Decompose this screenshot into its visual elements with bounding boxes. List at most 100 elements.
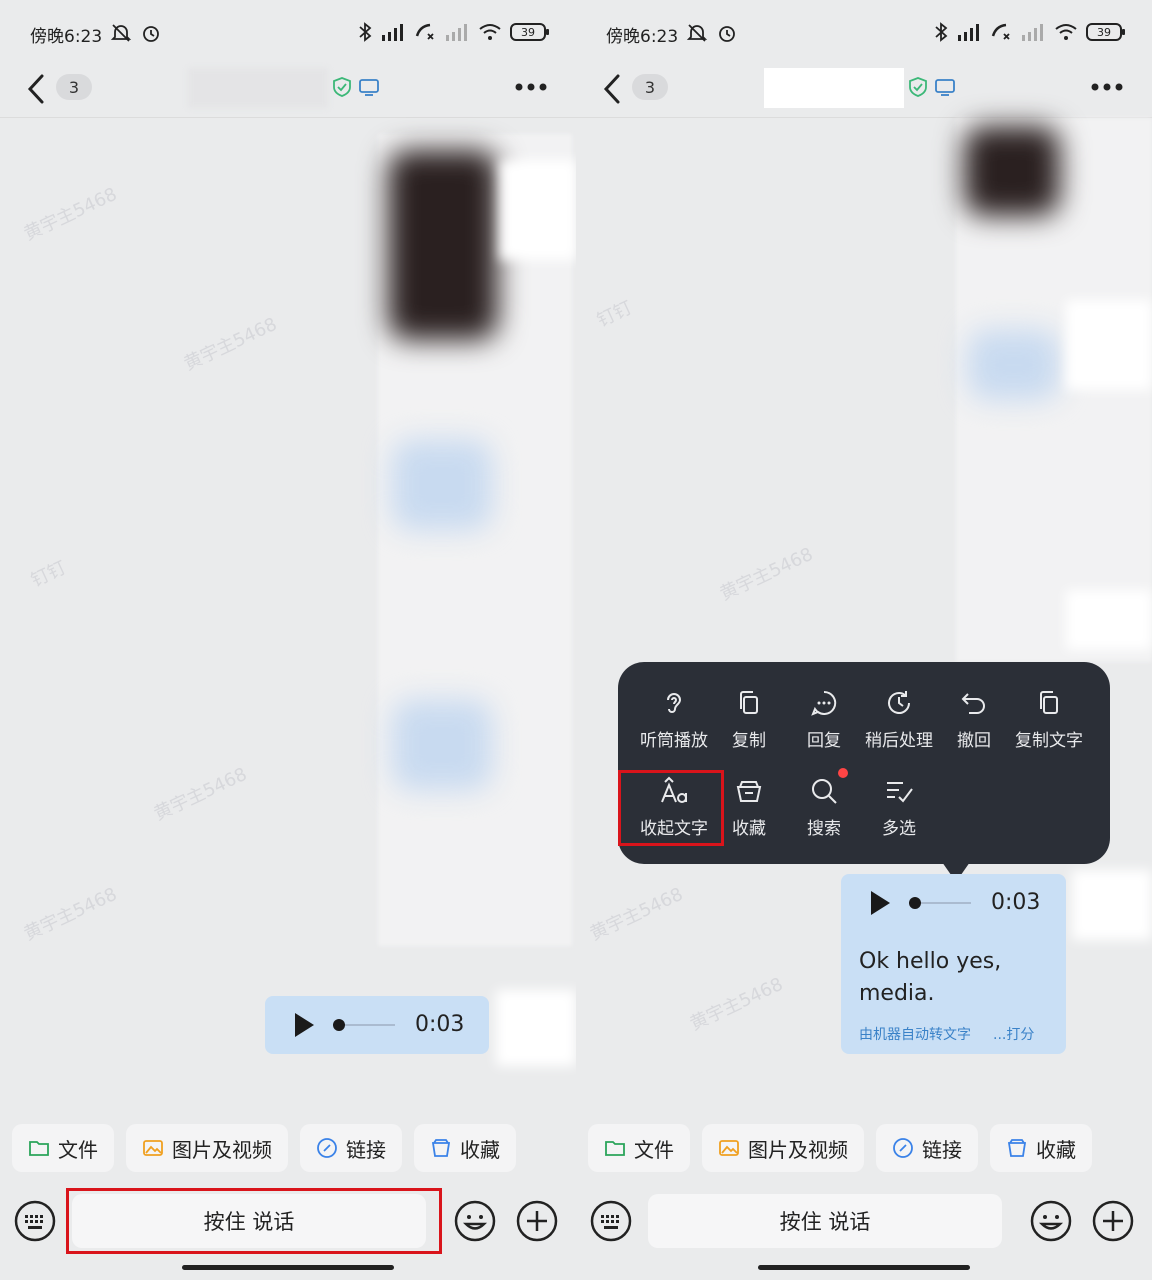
shortcut-label: 文件: [634, 1137, 674, 1162]
bluetooth-icon: [359, 22, 372, 42]
shortcut-file[interactable]: 文件: [12, 1124, 114, 1172]
transcript-line: media.: [859, 981, 935, 1006]
shortcut-images-videos[interactable]: 图片及视频: [702, 1124, 864, 1172]
monitor-icon: [359, 79, 379, 96]
voice-message-bubble-transcribed[interactable]: 0:03 Ok hello yes, media. 由机器自动转文字 ...打分: [841, 874, 1066, 1054]
highlight-box-hold-to-talk: [66, 1188, 442, 1254]
image-icon: [719, 1140, 739, 1156]
menu-item-reply[interactable]: 回复: [784, 688, 864, 751]
menu-item-multi-select[interactable]: 多选: [859, 776, 939, 839]
menu-item-earpiece-play[interactable]: 听筒播放: [634, 688, 714, 751]
menu-item-search[interactable]: 搜索: [784, 776, 864, 839]
shortcut-file[interactable]: 文件: [588, 1124, 690, 1172]
input-bar: 按住 说话: [576, 1190, 1152, 1252]
voice-duration: 0:03: [991, 890, 1041, 915]
menu-item-later[interactable]: 稍后处理: [859, 688, 939, 751]
favorite-box-icon: [736, 781, 762, 802]
watermark-brand: 钉钉: [593, 297, 636, 332]
menu-item-label: 搜索: [807, 819, 841, 839]
status-time: 傍晚6:23: [606, 27, 679, 47]
menu-item-label: 收藏: [732, 819, 766, 839]
menu-item-copy[interactable]: 复制: [709, 688, 789, 751]
shortcut-label: 图片及视频: [748, 1137, 848, 1162]
shortcut-label: 图片及视频: [172, 1137, 272, 1162]
shortcut-link[interactable]: 链接: [300, 1124, 402, 1172]
favorites-icon: [1007, 1139, 1027, 1157]
shortcut-label: 链接: [922, 1137, 962, 1162]
home-indicator: [758, 1265, 970, 1270]
keyboard-icon[interactable]: [14, 1200, 56, 1242]
unread-count-badge[interactable]: 3: [56, 74, 92, 100]
watermark-brand: 钉钉: [27, 557, 70, 592]
chat-header: 3: [0, 62, 576, 118]
chat-title-redacted: [188, 68, 328, 108]
bluetooth-icon: [935, 22, 948, 42]
shortcut-label: 收藏: [1036, 1137, 1076, 1162]
progress-track: [345, 1024, 395, 1026]
voice-duration: 0:03: [415, 1012, 465, 1037]
shield-check-icon: [333, 77, 351, 97]
watermark-text: 黄宇主5468: [716, 543, 817, 605]
menu-item-recall[interactable]: 撤回: [934, 688, 1014, 751]
plus-icon[interactable]: [1092, 1200, 1134, 1242]
link-icon: [317, 1138, 337, 1158]
blurred-content: [968, 330, 1060, 400]
watermark-text: 黄宇主5468: [150, 763, 251, 825]
play-icon[interactable]: [293, 1012, 315, 1038]
menu-item-label: 回复: [807, 731, 841, 751]
shield-check-icon: [909, 77, 927, 97]
shortcut-label: 收藏: [460, 1137, 500, 1162]
shortcut-favorites[interactable]: 收藏: [990, 1124, 1092, 1172]
shortcut-label: 链接: [346, 1137, 386, 1162]
alarm-icon: [143, 26, 159, 42]
highlight-box-collapse-text: [618, 770, 724, 846]
shortcut-link[interactable]: 链接: [876, 1124, 978, 1172]
shortcut-images-videos[interactable]: 图片及视频: [126, 1124, 288, 1172]
menu-item-copy-text[interactable]: 复制文字: [1009, 688, 1089, 751]
bell-muted-icon: [110, 24, 132, 42]
watermark-text: 黄宇主5468: [586, 883, 687, 945]
image-icon: [143, 1140, 163, 1156]
rate-transcription-link[interactable]: ...打分: [993, 1024, 1034, 1044]
voice-transcript: Ok hello yes, media.: [859, 946, 1001, 1010]
blurred-content: [1072, 870, 1152, 940]
shortcut-label: 文件: [58, 1137, 98, 1162]
progress-track: [921, 902, 971, 904]
monitor-icon: [935, 79, 955, 96]
later-icon: [888, 691, 910, 714]
menu-item-label: 撤回: [957, 731, 991, 751]
keyboard-icon[interactable]: [590, 1200, 632, 1242]
battery-indicator: 39: [510, 23, 549, 41]
progress-dot: [333, 1019, 345, 1031]
menu-item-label: 听筒播放: [640, 731, 708, 751]
hold-to-talk-button[interactable]: 按住 说话: [648, 1194, 1002, 1248]
signal-icon: [958, 24, 979, 41]
status-right-icons: 39: [358, 22, 549, 42]
unread-count-badge[interactable]: 3: [632, 74, 668, 100]
transcript-line: Ok hello yes,: [859, 949, 1002, 974]
back-arrow-icon[interactable]: [600, 72, 626, 106]
emoji-icon[interactable]: [1030, 1200, 1072, 1242]
status-right-icons: 39: [934, 22, 1125, 42]
emoji-icon[interactable]: [454, 1200, 496, 1242]
new-badge-dot: [838, 768, 848, 778]
battery-indicator: 39: [1086, 23, 1125, 41]
multi-select-icon: [887, 782, 913, 803]
plus-icon[interactable]: [516, 1200, 558, 1242]
progress-dot: [909, 897, 921, 909]
link-icon: [893, 1138, 913, 1158]
search-icon: [812, 779, 837, 804]
more-options-icon[interactable]: [514, 82, 548, 92]
play-icon[interactable]: [869, 890, 891, 916]
wifi-icon: [479, 24, 501, 40]
shortcut-bar: 文件 图片及视频 链接 收藏: [12, 1124, 516, 1172]
shortcut-favorites[interactable]: 收藏: [414, 1124, 516, 1172]
menu-item-label: 多选: [882, 819, 916, 839]
back-arrow-icon[interactable]: [24, 72, 50, 106]
more-options-icon[interactable]: [1090, 82, 1124, 92]
auto-transcribe-caption: 由机器自动转文字: [859, 1027, 971, 1043]
call-icon: [415, 23, 434, 40]
home-indicator: [182, 1265, 394, 1270]
watermark-text: 黄宇主5468: [20, 183, 121, 245]
voice-message-bubble[interactable]: 0:03: [265, 996, 489, 1054]
